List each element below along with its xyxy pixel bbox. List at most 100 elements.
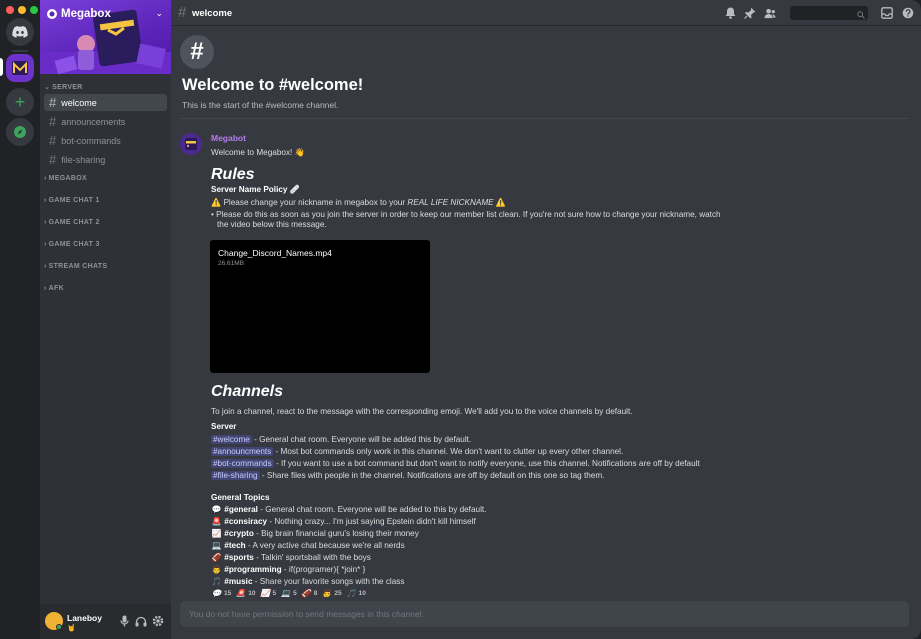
video-filesize: 26.61MB <box>218 260 245 267</box>
category-game-chat-3[interactable]: › GAME CHAT 3 <box>44 241 100 248</box>
pin-icon <box>744 7 756 19</box>
add-server-button[interactable]: + <box>6 88 34 116</box>
category-game-chat-2[interactable]: › GAME CHAT 2 <box>44 219 100 226</box>
reaction-tech[interactable]: 💻 5 <box>280 589 297 597</box>
welcome-title: Welcome to #welcome! <box>182 76 364 94</box>
chevron-right-icon: › <box>44 197 47 204</box>
discord-logo-icon <box>12 26 28 38</box>
chevron-right-icon: › <box>44 241 47 248</box>
server-banner[interactable]: Megabox ⌄ <box>40 0 171 74</box>
channel-mention[interactable]: #welcome <box>211 435 252 444</box>
reaction-consiracy[interactable]: 🚨 10 <box>235 589 256 597</box>
verified-badge-icon <box>47 9 57 19</box>
siren-icon: 🚨 <box>235 589 246 597</box>
policy-emphasis: REAL LIFE NICKNAME <box>407 198 494 207</box>
members-icon <box>764 8 776 18</box>
home-button[interactable] <box>6 18 34 46</box>
reaction-programming[interactable]: 👨 25 <box>321 589 342 597</box>
close-window-button[interactable] <box>6 6 14 14</box>
headphones-icon <box>135 616 147 626</box>
composer-placeholder: You do not have permission to send messa… <box>189 609 424 619</box>
help-button[interactable] <box>902 7 914 19</box>
explore-servers-button[interactable] <box>6 118 34 146</box>
topic-line: 💬 #general - General chat room. Everyone… <box>211 505 487 514</box>
message-composer[interactable]: You do not have permission to send messa… <box>180 601 909 627</box>
reaction-general[interactable]: 💬 15 <box>211 589 232 597</box>
video-attachment[interactable]: Change_Discord_Names.mp4 26.61MB <box>210 240 430 373</box>
chevron-down-icon: ⌄ <box>44 84 51 91</box>
chart-icon: 📈 <box>211 529 222 538</box>
reaction-sports[interactable]: 🏈 8 <box>301 589 317 597</box>
microphone-icon <box>119 615 129 627</box>
chevron-right-icon: › <box>44 219 47 226</box>
reaction-music[interactable]: 🎵 10 <box>346 589 366 597</box>
channel-sidebar: Megabox ⌄ ⌄ SERVER # welcome # announcem… <box>40 0 171 639</box>
message-author[interactable]: Megabot <box>211 133 246 143</box>
server-rail: + <box>0 0 40 639</box>
channels-heading: Channels <box>211 383 284 400</box>
topic-line: 🚨 #consiracy - Nothing crazy... I'm just… <box>211 517 476 526</box>
reaction-crypto[interactable]: 📈 5 <box>259 589 276 597</box>
siren-icon: 🚨 <box>211 517 222 526</box>
custom-status: 🤘 <box>67 625 76 632</box>
server-channel-line: #file-sharing - Share files with people … <box>211 471 605 480</box>
settings-button[interactable] <box>152 615 164 627</box>
category-server[interactable]: ⌄ SERVER <box>44 83 83 92</box>
category-megabox[interactable]: › MEGABOX <box>44 175 87 182</box>
pinned-messages-button[interactable] <box>744 7 756 19</box>
channel-mention[interactable]: #bot-commands <box>211 459 274 468</box>
person-icon: 👨 <box>211 565 222 574</box>
search-icon <box>857 8 865 22</box>
topic-line: 👨 #programming - if(programer){ *join* } <box>211 565 366 574</box>
zoom-window-button[interactable] <box>30 6 38 14</box>
music-note-icon: 🎵 <box>346 589 357 597</box>
channel-announcements[interactable]: # announcements <box>44 113 167 130</box>
message-list: # Welcome to #welcome! This is the start… <box>171 27 921 597</box>
channel-file-sharing[interactable]: # file-sharing <box>44 151 167 168</box>
server-label: Server <box>211 422 237 431</box>
policy-note-cont: the video below this message. <box>217 220 327 229</box>
channel-welcome[interactable]: # welcome <box>44 94 167 111</box>
chevron-right-icon: › <box>44 263 47 270</box>
server-channel-line: #bot-commands - If you want to use a bot… <box>211 459 700 468</box>
gear-icon <box>152 615 164 627</box>
laptop-icon: 💻 <box>211 541 222 550</box>
category-afk[interactable]: › AFK <box>44 285 64 292</box>
football-icon: 🏈 <box>211 553 222 562</box>
topic-line: 🏈 #sports - Talkin' sportsball with the … <box>211 553 371 562</box>
inbox-button[interactable] <box>881 7 893 19</box>
reaction-bar: 💬 15 🚨 10 📈 5 💻 5 🏈 8 👨 25 🎵 10 <box>211 589 366 597</box>
megabox-logo-icon <box>12 61 28 75</box>
hash-icon: # <box>49 152 57 167</box>
category-stream-chats[interactable]: › STREAM CHATS <box>44 263 107 270</box>
megabot-avatar-icon <box>180 133 202 155</box>
policy-note: • Please do this as soon as you join the… <box>211 210 721 219</box>
welcome-subtitle: This is the start of the #welcome channe… <box>182 100 339 110</box>
person-icon: 👨 <box>321 589 332 597</box>
minimize-window-button[interactable] <box>18 6 26 14</box>
server-channel-line: #announcments - Most bot commands only w… <box>211 447 624 456</box>
policy-heading: Server Name Policy 🩹 <box>211 185 300 194</box>
video-filename[interactable]: Change_Discord_Names.mp4 <box>218 248 332 258</box>
football-icon: 🏈 <box>301 589 312 597</box>
category-game-chat-1[interactable]: › GAME CHAT 1 <box>44 197 100 204</box>
megabox-server-icon[interactable] <box>6 54 34 82</box>
user-panel: Laneboy 🤘 <box>40 604 171 639</box>
hash-icon: # <box>49 133 57 148</box>
channel-mention[interactable]: #file-sharing <box>211 471 260 480</box>
discord-window: + Megabox ⌄ ⌄ SERVER # welcome # announc… <box>0 0 921 639</box>
bell-icon <box>725 7 735 19</box>
chevron-down-icon[interactable]: ⌄ <box>155 8 163 19</box>
hash-icon: # <box>49 95 57 110</box>
headphones-button[interactable] <box>135 615 147 627</box>
notifications-button[interactable] <box>724 7 736 19</box>
online-status-dot <box>56 624 62 630</box>
microphone-button[interactable] <box>118 615 130 627</box>
channel-bot-commands[interactable]: # bot-commands <box>44 132 167 149</box>
channel-header: # welcome <box>171 0 921 26</box>
channel-mention[interactable]: #announcments <box>211 447 274 456</box>
channels-intro: To join a channel, react to the message … <box>211 407 633 416</box>
member-list-button[interactable] <box>764 7 776 19</box>
server-title: Megabox <box>47 8 111 20</box>
avatar[interactable] <box>180 133 202 155</box>
